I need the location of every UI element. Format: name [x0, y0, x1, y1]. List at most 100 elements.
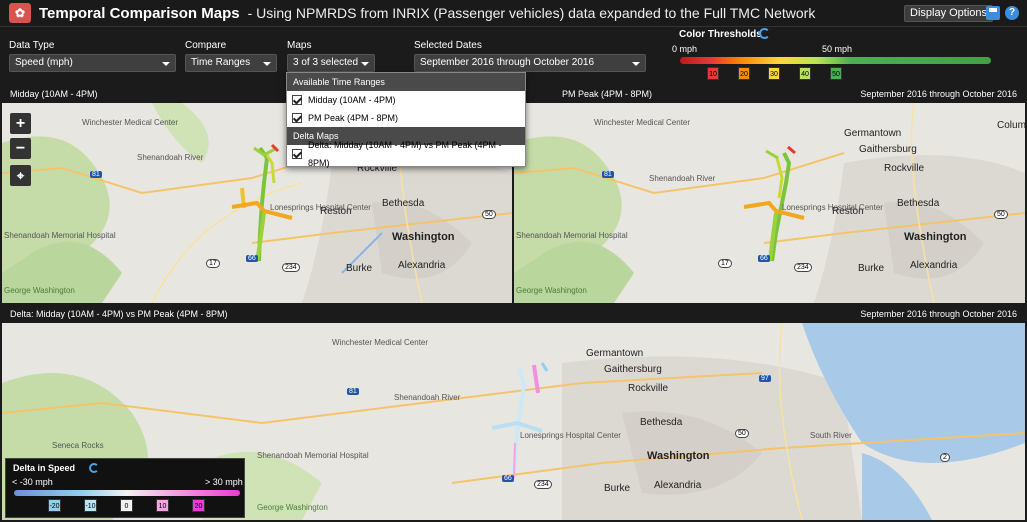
panel-dates-delta: September 2016 through October 2016 — [860, 309, 1017, 319]
map-label-columbia: Columbia — [997, 120, 1025, 131]
zoom-in-button[interactable]: + — [10, 113, 31, 134]
delta-min-label: < -30 mph — [12, 477, 53, 487]
highway-97-shield: 97 — [759, 375, 771, 382]
map-label-winchester: Winchester Medical Center — [594, 118, 691, 127]
delta-marker[interactable]: -20 — [48, 499, 61, 512]
highway-234-shield: 234 — [794, 263, 812, 272]
dropdown-section-time-ranges: Available Time Ranges — [287, 73, 525, 91]
map-label-george-washington: George Washington — [4, 286, 75, 295]
map-label-shenandoah-river: Shenandoah River — [394, 393, 461, 402]
delta-marker[interactable]: 0 — [120, 499, 133, 512]
delta-marker[interactable]: 10 — [156, 499, 169, 512]
map-label-washington: Washington — [647, 450, 710, 462]
compare-label: Compare — [185, 40, 227, 51]
map-label-burke: Burke — [858, 263, 885, 274]
highway-66-shield: 66 — [246, 255, 258, 262]
highway-234-shield: 234 — [282, 263, 300, 272]
dates-value: September 2016 through October 2016 — [420, 57, 595, 68]
map-label-hospital: Lonesprings Hospital Center — [782, 203, 883, 212]
highway-2-shield: 2 — [940, 453, 950, 462]
delta-max-label: > 30 mph — [205, 477, 243, 487]
maps-dropdown-menu: Available Time Ranges Midday (10AM - 4PM… — [286, 72, 526, 168]
map-label-alexandria: Alexandria — [398, 260, 446, 271]
map-label-rockville: Rockville — [884, 163, 925, 174]
highway-81-shield: 81 — [602, 171, 614, 178]
reset-delta-icon[interactable] — [89, 463, 99, 473]
maps-select[interactable]: 3 of 3 selected — [287, 54, 375, 72]
delta-legend-title: Delta in Speed — [13, 463, 76, 473]
map-label-alexandria: Alexandria — [654, 480, 702, 491]
panel-title-midday: Midday (10AM - 4PM) — [10, 89, 98, 99]
map-label-gaithersburg: Gaithersburg — [859, 144, 917, 155]
data-type-label: Data Type — [9, 40, 55, 51]
dropdown-item-pm-peak[interactable]: PM Peak (4PM - 8PM) — [287, 109, 525, 127]
map-label-bethesda: Bethesda — [382, 198, 425, 209]
app-root: ✿ Temporal Comparison Maps - Using NPMRD… — [0, 0, 1027, 522]
threshold-marker[interactable]: 30 — [768, 67, 780, 80]
map-label-memorial: Shenandoah Memorial Hospital — [516, 231, 628, 240]
checkbox-checked-icon[interactable] — [292, 113, 302, 123]
app-logo-icon: ✿ — [9, 3, 31, 23]
dates-label: Selected Dates — [414, 40, 482, 51]
threshold-marker[interactable]: 50 — [830, 67, 842, 80]
checkbox-checked-icon[interactable] — [292, 149, 302, 159]
map-label-germantown: Germantown — [586, 348, 644, 359]
map-label-winchester: Winchester Medical Center — [82, 118, 179, 127]
dropdown-item-label: PM Peak (4PM - 8PM) — [308, 113, 399, 123]
threshold-marker[interactable]: 40 — [799, 67, 811, 80]
delta-color-bar — [14, 490, 240, 496]
dropdown-item-midday[interactable]: Midday (10AM - 4PM) — [287, 91, 525, 109]
delta-marker[interactable]: 20 — [192, 499, 205, 512]
map-label-hospital: Lonesprings Hospital Center — [520, 431, 621, 440]
data-type-select[interactable]: Speed (mph) — [9, 54, 176, 72]
threshold-max-label: 50 mph — [822, 44, 853, 54]
checkbox-checked-icon[interactable] — [292, 95, 302, 105]
highway-66-shield: 66 — [758, 255, 770, 262]
delta-legend: Delta in Speed < -30 mph > 30 mph -20 -10… — [5, 458, 245, 518]
map-label-george-washington: George Washington — [257, 503, 328, 512]
panel-header-pm: PM Peak (4PM - 8PM) September 2016 throu… — [514, 85, 1027, 103]
chevron-down-icon — [632, 62, 640, 66]
data-type-value: Speed (mph) — [15, 57, 73, 68]
display-options-button[interactable]: Display Options — [904, 5, 994, 22]
delta-marker[interactable]: -10 — [84, 499, 97, 512]
maps-label: Maps — [287, 40, 312, 51]
map-label-rockville: Rockville — [628, 383, 669, 394]
panel-header-delta: Delta: Midday (10AM - 4PM) vs PM Peak (4… — [0, 305, 1027, 323]
dropdown-item-delta[interactable]: Delta: Midday (10AM - 4PM) vs PM Peak (4… — [287, 140, 525, 168]
save-icon[interactable] — [986, 6, 1000, 20]
highway-81-shield: 81 — [347, 388, 359, 395]
dates-select[interactable]: September 2016 through October 2016 — [414, 54, 646, 72]
zoom-out-button[interactable]: − — [10, 138, 31, 159]
map-label-seneca: Seneca Rocks — [52, 441, 104, 450]
compare-value: Time Ranges — [191, 57, 251, 68]
locate-icon[interactable]: ⌖ — [10, 165, 31, 186]
highway-50-shield: 50 — [994, 210, 1008, 219]
reset-thresholds-icon[interactable] — [759, 28, 770, 39]
color-thresholds-title: Color Thresholds — [679, 29, 762, 40]
map-label-burke: Burke — [604, 483, 631, 494]
map-label-gaithersburg: Gaithersburg — [604, 364, 662, 375]
highway-17-shield: 17 — [718, 259, 732, 268]
compare-select[interactable]: Time Ranges — [185, 54, 277, 72]
highway-66-shield: 66 — [502, 475, 514, 482]
threshold-min-label: 0 mph — [672, 44, 698, 54]
map-label-bethesda: Bethesda — [640, 417, 683, 428]
map-label-south-river: South River — [810, 431, 852, 440]
threshold-marker[interactable]: 20 — [738, 67, 750, 80]
map-label-memorial: Shenandoah Memorial Hospital — [4, 231, 116, 240]
maps-value: 3 of 3 selected — [293, 57, 359, 68]
map-label-bethesda: Bethesda — [897, 198, 940, 209]
map-label-washington: Washington — [392, 231, 455, 243]
help-icon[interactable]: ? — [1005, 6, 1019, 20]
highway-50-shield: 50 — [482, 210, 496, 219]
highway-81-shield: 81 — [90, 171, 102, 178]
map-pm-peak[interactable]: Germantown Gaithersburg Columbia Winches… — [514, 103, 1025, 303]
threshold-marker[interactable]: 10 — [707, 67, 719, 80]
map-label-germantown: Germantown — [844, 128, 902, 139]
panel-title-pm: PM Peak (4PM - 8PM) — [562, 89, 653, 99]
map-label-memorial: Shenandoah Memorial Hospital — [257, 451, 369, 460]
map-label-george-washington: George Washington — [516, 286, 587, 295]
title-bar: ✿ Temporal Comparison Maps - Using NPMRD… — [0, 0, 1027, 27]
dropdown-item-label: Midday (10AM - 4PM) — [308, 95, 396, 105]
